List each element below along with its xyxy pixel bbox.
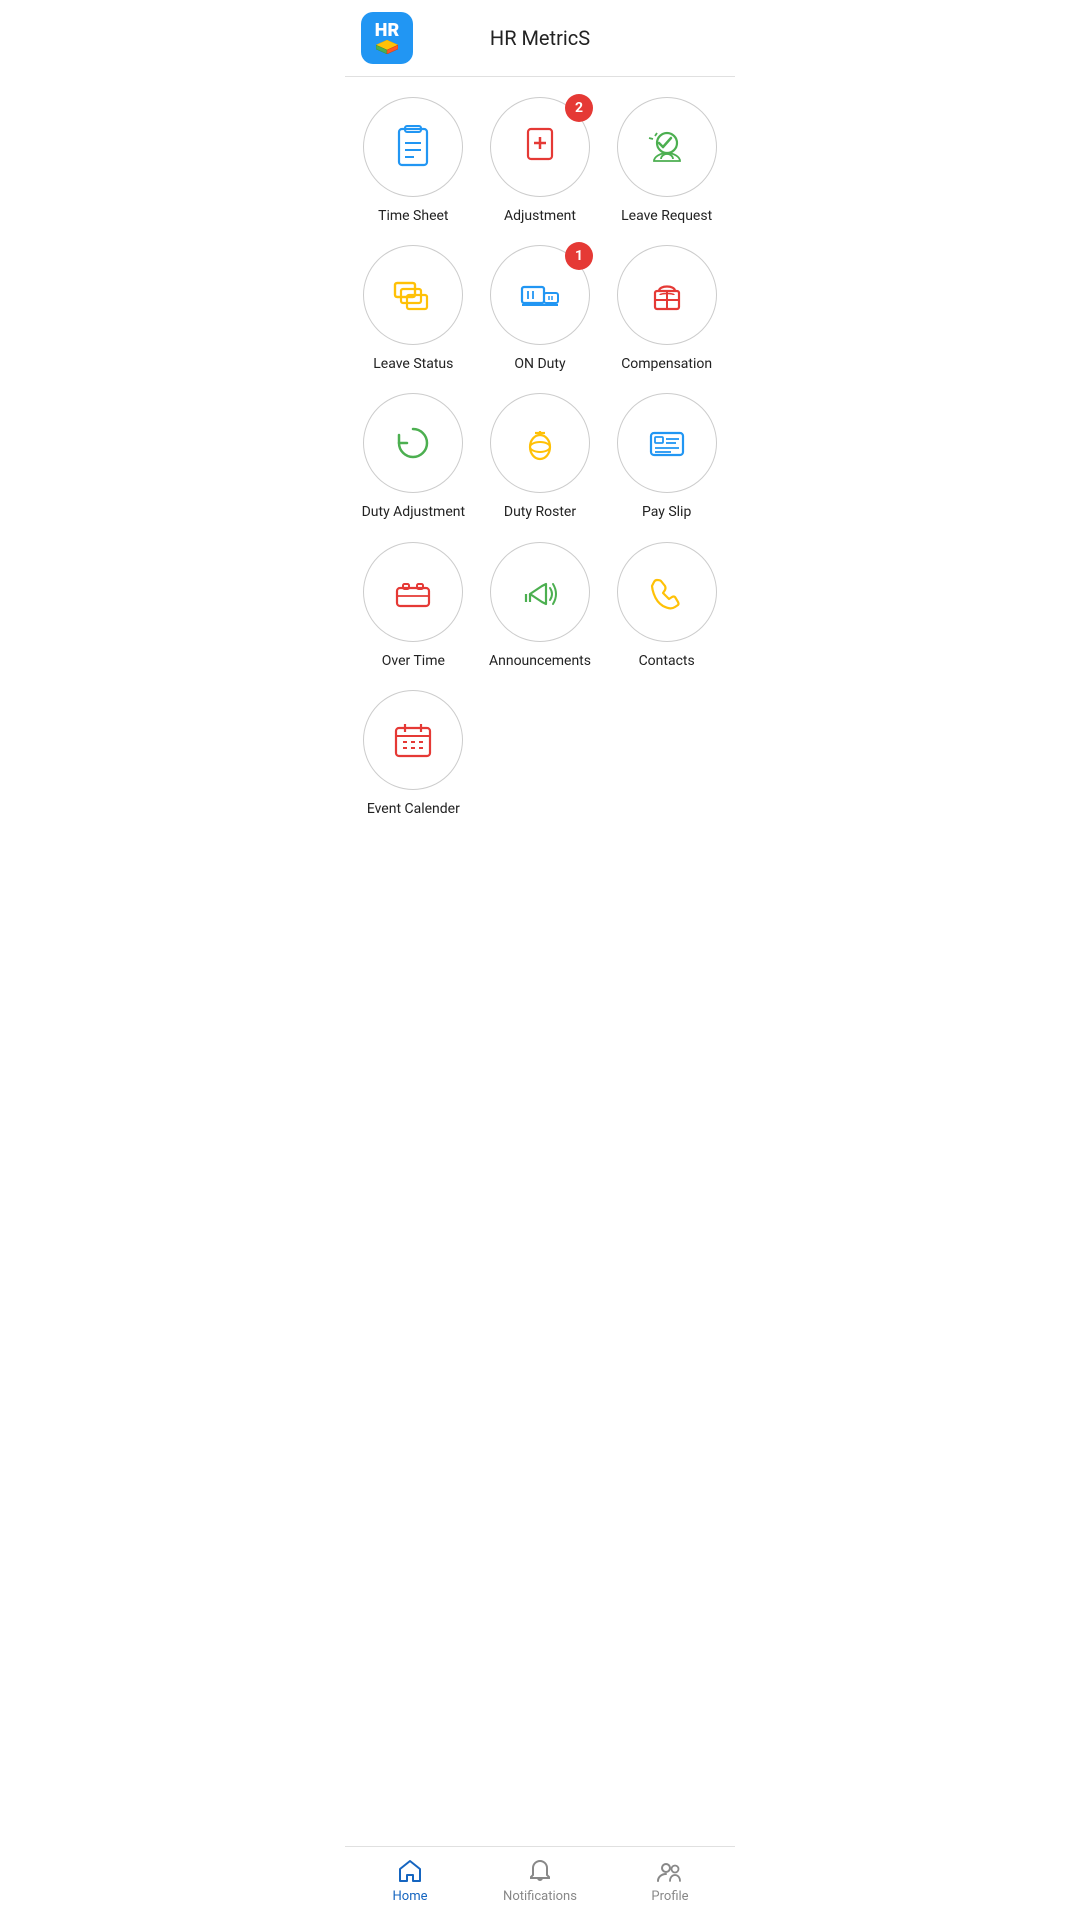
icon-circle-adjustment: 2 — [490, 97, 590, 197]
icon-circle-announcements — [490, 542, 590, 642]
menu-item-leave-request[interactable]: Leave Request — [608, 97, 725, 225]
menu-item-event-calender[interactable]: Event Calender — [355, 690, 472, 818]
nav-notifications[interactable]: Notifications — [475, 1857, 605, 1904]
icon-circle-compensation — [617, 245, 717, 345]
label-announcements: Announcements — [489, 652, 591, 670]
logo-text: HR — [375, 22, 399, 40]
label-event-calender: Event Calender — [367, 800, 460, 818]
nav-home[interactable]: Home — [345, 1857, 475, 1904]
logo-cube-icon — [376, 40, 398, 54]
label-leave-status: Leave Status — [373, 355, 453, 373]
nav-profile-label: Profile — [651, 1889, 688, 1904]
icon-circle-leave-status — [363, 245, 463, 345]
menu-item-contacts[interactable]: Contacts — [608, 542, 725, 670]
label-duty-roster: Duty Roster — [504, 503, 576, 521]
menu-item-leave-status[interactable]: Leave Status — [355, 245, 472, 373]
badge-on-duty: 1 — [565, 242, 593, 270]
nav-profile[interactable]: Profile — [605, 1857, 735, 1904]
badge-adjustment: 2 — [565, 94, 593, 122]
nav-notifications-label: Notifications — [503, 1889, 577, 1904]
menu-item-time-sheet[interactable]: Time Sheet — [355, 97, 472, 225]
icon-circle-contacts — [617, 542, 717, 642]
icon-circle-duty-roster — [490, 393, 590, 493]
icon-circle-event-calender — [363, 690, 463, 790]
bottom-nav: Home Notifications Profile — [345, 1846, 735, 1920]
icon-circle-on-duty: 1 — [490, 245, 590, 345]
menu-item-pay-slip[interactable]: Pay Slip — [608, 393, 725, 521]
label-over-time: Over Time — [382, 652, 445, 670]
label-adjustment: Adjustment — [504, 207, 576, 225]
menu-item-compensation[interactable]: Compensation — [608, 245, 725, 373]
menu-item-over-time[interactable]: Over Time — [355, 542, 472, 670]
icon-circle-pay-slip — [617, 393, 717, 493]
label-compensation: Compensation — [621, 355, 712, 373]
menu-item-announcements[interactable]: Announcements — [482, 542, 599, 670]
label-duty-adjustment: Duty Adjustment — [362, 503, 466, 521]
page-title: HR MetricS — [413, 26, 667, 50]
label-contacts: Contacts — [639, 652, 695, 670]
nav-home-label: Home — [393, 1889, 428, 1904]
menu-item-adjustment[interactable]: 2 Adjustment — [482, 97, 599, 225]
icon-circle-time-sheet — [363, 97, 463, 197]
menu-item-duty-adjustment[interactable]: Duty Adjustment — [355, 393, 472, 521]
icon-circle-over-time — [363, 542, 463, 642]
label-time-sheet: Time Sheet — [378, 207, 448, 225]
label-leave-request: Leave Request — [621, 207, 712, 225]
main-content: Time Sheet 2 Adjustment Leave Request Lea… — [345, 77, 735, 1846]
app-header: HR HR MetricS — [345, 0, 735, 77]
menu-grid: Time Sheet 2 Adjustment Leave Request Lea… — [355, 97, 725, 818]
app-logo: HR — [361, 12, 413, 64]
label-on-duty: ON Duty — [514, 355, 565, 373]
icon-circle-duty-adjustment — [363, 393, 463, 493]
menu-item-duty-roster[interactable]: Duty Roster — [482, 393, 599, 521]
menu-item-on-duty[interactable]: 1 ON Duty — [482, 245, 599, 373]
label-pay-slip: Pay Slip — [642, 503, 691, 521]
icon-circle-leave-request — [617, 97, 717, 197]
